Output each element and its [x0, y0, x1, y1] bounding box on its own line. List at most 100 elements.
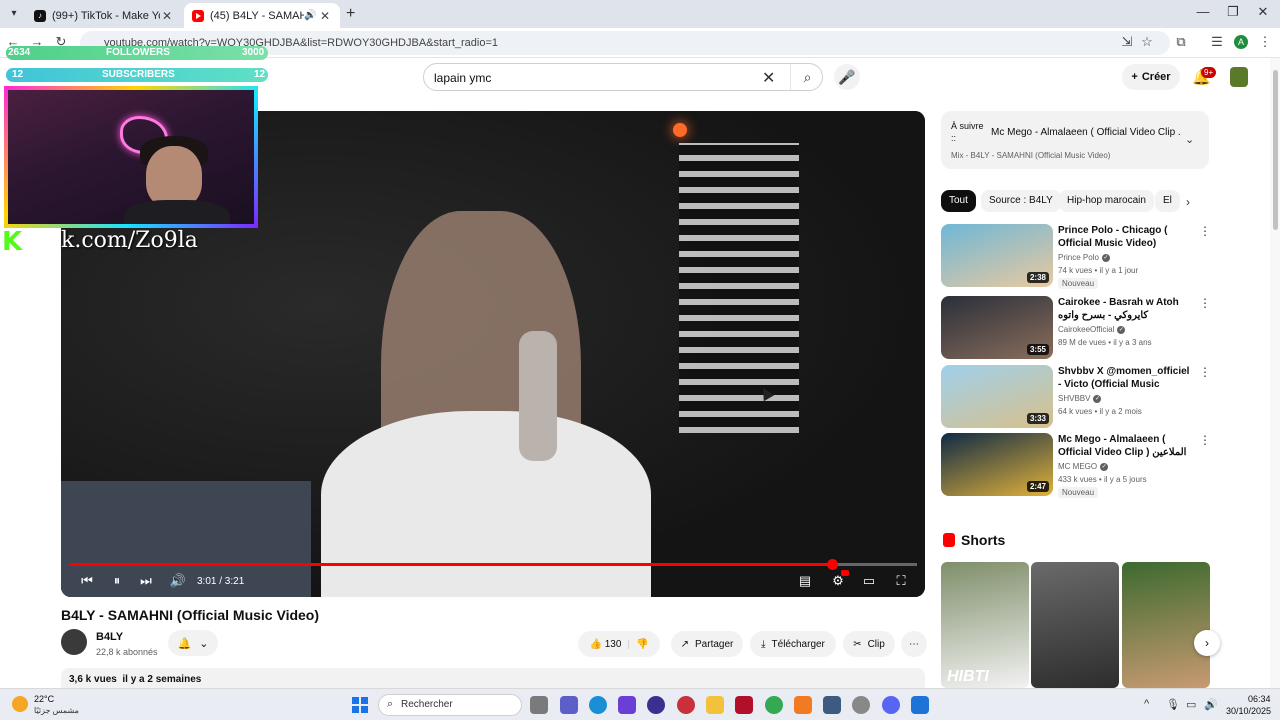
app-icon[interactable]: [735, 696, 753, 714]
app-icon[interactable]: [677, 696, 695, 714]
menu-icon[interactable]: ⋮: [1256, 34, 1274, 50]
store-icon[interactable]: [823, 696, 841, 714]
recommendation-title[interactable]: Mc Mego - Almalaeen ( Official Video Cli…: [1058, 433, 1192, 459]
more-options-icon[interactable]: ⋮: [1199, 224, 1211, 238]
recommendation-channel[interactable]: MC MEGO ✓: [1058, 462, 1109, 471]
volume-icon[interactable]: 🔊: [168, 573, 188, 589]
subtitles-icon[interactable]: ▤: [795, 573, 815, 589]
progress-bar[interactable]: [69, 559, 917, 570]
dislike-icon[interactable]: 👎: [636, 639, 648, 650]
app-icon[interactable]: [794, 696, 812, 714]
chip-all[interactable]: Tout: [941, 190, 976, 212]
short-thumbnail[interactable]: [1122, 562, 1210, 688]
search-box[interactable]: lapain ymc ✕ ⌕: [423, 63, 823, 91]
profile-avatar[interactable]: A: [1234, 35, 1248, 49]
more-actions-button[interactable]: ⋯: [901, 631, 927, 657]
video-thumbnail[interactable]: 2:38: [941, 224, 1053, 287]
description-box[interactable]: 3,6 k vues il y a 2 semaines: [61, 668, 925, 688]
tab-youtube[interactable]: (45) B4LY - SAMAHNI (Offic 🔊 ✕: [184, 3, 340, 28]
app-icon[interactable]: [911, 696, 929, 714]
teams-icon[interactable]: [560, 696, 578, 714]
tab-tiktok[interactable]: ♪ (99+) TikTok - Make Your Day ✕: [26, 3, 182, 28]
more-options-icon[interactable]: ⋮: [1199, 296, 1211, 310]
extensions-icon[interactable]: ⧉: [1172, 34, 1190, 50]
download-button[interactable]: ⤓ Télécharger: [750, 631, 836, 657]
chip-source[interactable]: Source : B4LY: [981, 190, 1061, 212]
short-thumbnail[interactable]: HIBTI: [941, 562, 1029, 688]
taskbar-search[interactable]: ⌕ Rechercher: [378, 694, 522, 716]
subscription-bell-button[interactable]: 🔔 ⌄: [168, 630, 218, 656]
share-button[interactable]: ↗ Partager: [671, 631, 743, 657]
chevron-down-icon[interactable]: ⌄: [1185, 133, 1194, 146]
theater-mode-icon[interactable]: ▭: [859, 573, 879, 589]
new-badge: Nouveau: [1058, 278, 1099, 289]
minimize-button[interactable]: —: [1188, 4, 1218, 19]
network-icon[interactable]: ▭: [1186, 698, 1196, 711]
chrome-icon[interactable]: [765, 696, 783, 714]
pause-icon[interactable]: ⏸: [107, 573, 127, 589]
recommendation-channel[interactable]: Prince Polo ✓: [1058, 253, 1110, 262]
tab-search-icon[interactable]: ▾: [6, 6, 22, 22]
channel-avatar[interactable]: [61, 629, 87, 655]
install-icon[interactable]: ⇲: [1118, 34, 1136, 50]
clear-icon[interactable]: ✕: [762, 68, 775, 88]
recommendation-title[interactable]: Prince Polo - Chicago ( Official Music V…: [1058, 224, 1192, 250]
volume-icon[interactable]: 🔊: [1204, 698, 1218, 711]
search-input[interactable]: lapain ymc: [434, 71, 491, 85]
app-icon[interactable]: [852, 696, 870, 714]
recommendation-channel[interactable]: CairokeeOfficial ✓: [1058, 325, 1126, 334]
channel-name[interactable]: B4LY: [96, 631, 123, 643]
account-avatar[interactable]: [1230, 67, 1248, 87]
scrollbar[interactable]: [1270, 58, 1280, 688]
discord-icon[interactable]: [882, 696, 900, 714]
chip-more[interactable]: El: [1155, 190, 1180, 212]
recommendation-item[interactable]: 3:33 Shvbbv X @momen_officiel - Victo (Of…: [941, 365, 1211, 429]
previous-icon[interactable]: ⏮: [77, 573, 97, 589]
recommendation-item[interactable]: 2:38 Prince Polo - Chicago ( Official Mus…: [941, 224, 1211, 289]
file-explorer-icon[interactable]: [706, 696, 724, 714]
filter-chips: Tout Source : B4LY Hip-hop marocain El: [941, 190, 1209, 214]
weather-icon[interactable]: [12, 696, 28, 712]
restore-button[interactable]: ❐: [1218, 4, 1248, 20]
short-thumbnail[interactable]: [1031, 562, 1119, 688]
more-options-icon[interactable]: ⋮: [1199, 433, 1211, 447]
microphone-icon[interactable]: 🎤: [834, 64, 860, 90]
more-options-icon[interactable]: ⋮: [1199, 365, 1211, 379]
close-icon[interactable]: ✕: [318, 9, 332, 23]
app-icon[interactable]: [618, 696, 636, 714]
next-icon[interactable]: ⏭: [136, 573, 156, 589]
search-icon[interactable]: ⌕: [790, 64, 824, 90]
task-view-icon[interactable]: [530, 696, 548, 714]
obs-icon[interactable]: [647, 696, 665, 714]
new-tab-button[interactable]: +: [346, 5, 355, 23]
create-button[interactable]: + Créer: [1122, 64, 1180, 90]
clock-date[interactable]: 30/10/2025: [1226, 706, 1271, 716]
close-icon[interactable]: ✕: [160, 9, 174, 23]
followers-label: FOLLOWERS: [106, 47, 170, 58]
video-thumbnail[interactable]: 3:33: [941, 365, 1053, 428]
recommendation-channel[interactable]: SHVBBV ✓: [1058, 394, 1102, 403]
chevron-right-icon[interactable]: ›: [1194, 630, 1220, 656]
video-thumbnail[interactable]: 3:55: [941, 296, 1053, 359]
microphone-icon[interactable]: 🎙: [1166, 698, 1180, 711]
clip-button[interactable]: ✂ Clip: [843, 631, 895, 657]
edge-icon[interactable]: [589, 696, 607, 714]
bookmark-star-icon[interactable]: ☆: [1138, 34, 1156, 50]
recommendation-item[interactable]: 2:47 Mc Mego - Almalaeen ( Official Video…: [941, 433, 1211, 498]
clock-time[interactable]: 06:34: [1248, 694, 1271, 704]
recommendation-item[interactable]: 3:55 Cairokee - Basrah w Atoh كايروكي - ب…: [941, 296, 1211, 360]
fullscreen-icon[interactable]: ⛶: [891, 573, 911, 589]
window-close-button[interactable]: ✕: [1248, 4, 1278, 20]
up-next-panel[interactable]: À suivre :: Mc Mego - Almalaeen ( Offici…: [941, 111, 1209, 169]
recommendation-title[interactable]: Cairokee - Basrah w Atoh كايروكي - بسرح …: [1058, 296, 1192, 322]
chevron-right-icon[interactable]: ›: [1186, 195, 1190, 209]
media-icon[interactable]: ☰: [1208, 34, 1226, 50]
like-button[interactable]: 👍 130: [590, 639, 622, 650]
video-thumbnail[interactable]: 2:47: [941, 433, 1053, 496]
recommendation-title[interactable]: Shvbbv X @momen_officiel - Victo (Offici…: [1058, 365, 1192, 391]
speaker-icon[interactable]: 🔊: [304, 10, 318, 21]
chip-hiphop[interactable]: Hip-hop marocain: [1059, 190, 1154, 212]
windows-start-icon[interactable]: [352, 697, 368, 713]
scrollbar-thumb[interactable]: [1273, 70, 1278, 230]
tray-chevron-icon[interactable]: ^: [1144, 698, 1149, 710]
